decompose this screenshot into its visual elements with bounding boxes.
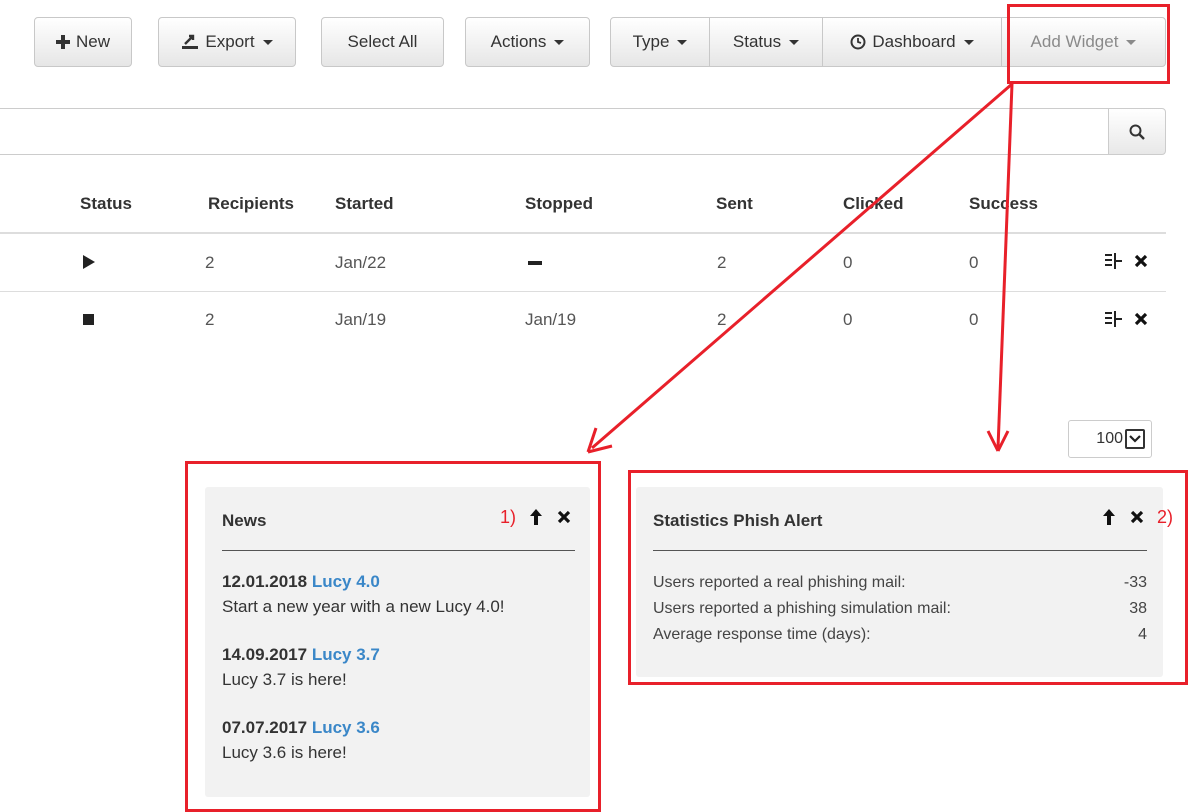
annotation-arrows bbox=[586, 82, 1014, 454]
arrow-to-news-icon bbox=[586, 82, 1013, 454]
arrow-to-stats-icon bbox=[986, 83, 1014, 452]
